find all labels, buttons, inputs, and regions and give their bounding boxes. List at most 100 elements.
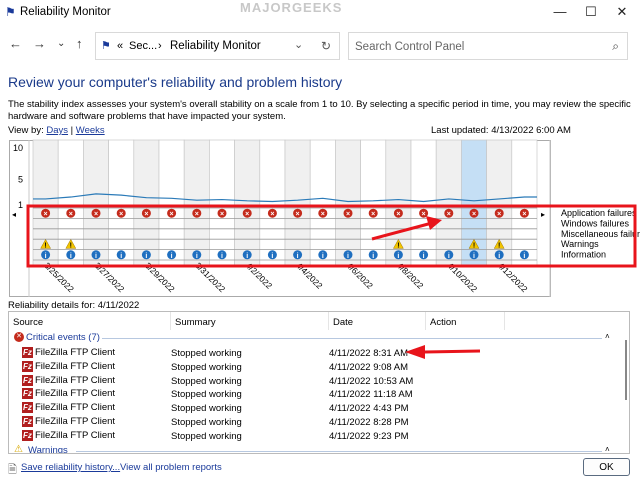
- back-button[interactable]: ←: [9, 36, 22, 51]
- date-cell: 4/11/2022 11:18 AM: [329, 389, 413, 401]
- maximize-button[interactable]: ☐: [581, 4, 601, 20]
- filezilla-icon: Fz: [22, 347, 33, 358]
- error-icon-glyph: ×: [170, 211, 174, 218]
- table-row[interactable]: Fz FileZilla FTP Client Stopped working 4…: [9, 374, 609, 388]
- table-row[interactable]: Fz FileZilla FTP Client Stopped working 4…: [9, 401, 609, 415]
- close-button[interactable]: ✕: [612, 4, 632, 20]
- column-date[interactable]: Date: [329, 312, 426, 330]
- source-cell: FileZilla FTP Client: [35, 347, 116, 359]
- info-icon-glyph: i: [145, 253, 147, 260]
- scrollbar-thumb[interactable]: [625, 340, 627, 400]
- group-divider: [102, 338, 602, 339]
- document-icon: 🗎: [8, 464, 17, 476]
- warning-icon-glyph: !: [498, 242, 500, 249]
- column-summary[interactable]: Summary: [171, 312, 329, 330]
- reliability-chart[interactable]: 10 5 1 ×! i ×! i × i × i × i × i × i × i × i × i × i × i × i × i ×! i × i ×…: [9, 139, 640, 297]
- critical-events-group[interactable]: ✕ Critical events (7) ˄: [14, 331, 614, 345]
- info-icon-glyph: i: [322, 253, 324, 260]
- info-icon-glyph: i: [498, 253, 500, 260]
- page-title: Review your computer's reliability and p…: [8, 74, 343, 90]
- column-source[interactable]: Source: [9, 312, 171, 330]
- warnings-group[interactable]: ⚠ Warnings ˄: [14, 444, 614, 454]
- day-column[interactable]: [133, 139, 160, 267]
- legend-label: Application failures: [561, 208, 637, 218]
- summary-cell: Stopped working: [171, 389, 242, 401]
- table-row[interactable]: Fz FileZilla FTP Client Stopped working 4…: [9, 346, 609, 360]
- collapse-icon[interactable]: ˄: [605, 332, 610, 341]
- day-column[interactable]: [209, 139, 235, 267]
- legend-label: Windows failures: [561, 218, 630, 228]
- error-icon-glyph: ×: [472, 211, 476, 218]
- summary-cell: Stopped working: [171, 403, 242, 415]
- table-row[interactable]: Fz FileZilla FTP Client Stopped working 4…: [9, 415, 609, 429]
- day-column[interactable]: [83, 139, 109, 267]
- day-column[interactable]: [259, 139, 286, 267]
- search-input[interactable]: Search Control Panel ⌕: [348, 32, 628, 60]
- info-icon-glyph: i: [120, 253, 122, 260]
- day-column[interactable]: [309, 139, 336, 267]
- day-column[interactable]: [108, 139, 135, 267]
- breadcrumb-parent[interactable]: Sec...: [129, 40, 157, 52]
- error-icon-glyph: ×: [396, 211, 400, 218]
- day-column[interactable]: [511, 139, 538, 267]
- column-action[interactable]: Action: [426, 312, 505, 330]
- error-icon-glyph: ×: [346, 211, 350, 218]
- day-column[interactable]: [284, 139, 311, 267]
- chart-svg[interactable]: 10 5 1 ×! i ×! i × i × i × i × i × i × i × i × i × i × i × i × i ×! i × i ×…: [9, 139, 640, 297]
- error-icon-glyph: ×: [422, 211, 426, 218]
- group-title: Warnings: [28, 445, 68, 454]
- separator: |: [70, 125, 74, 136]
- error-icon: ✕: [14, 332, 24, 342]
- search-icon[interactable]: ⌕: [612, 39, 619, 54]
- error-icon-glyph: ×: [321, 211, 325, 218]
- scroll-left-icon[interactable]: ◂: [12, 210, 16, 219]
- table-row[interactable]: Fz FileZilla FTP Client Stopped working 4…: [9, 360, 609, 374]
- table-row[interactable]: Fz FileZilla FTP Client Stopped working 4…: [9, 387, 609, 401]
- day-column[interactable]: [234, 139, 261, 267]
- view-weeks-link[interactable]: Weeks: [76, 125, 105, 136]
- error-icon-glyph: ×: [497, 211, 501, 218]
- collapse-icon[interactable]: ˄: [605, 445, 610, 453]
- error-icon-glyph: ×: [371, 211, 375, 218]
- summary-cell: Stopped working: [171, 417, 242, 428]
- scroll-right-icon[interactable]: ▸: [541, 210, 545, 219]
- details-label: Reliability details for: 4/11/2022: [8, 300, 140, 311]
- warning-icon-glyph: !: [70, 242, 72, 249]
- date-cell: 4/11/2022 8:28 PM: [329, 417, 409, 428]
- minimize-button[interactable]: —: [550, 4, 570, 20]
- filezilla-icon: Fz: [22, 360, 33, 372]
- day-column[interactable]: [435, 139, 462, 267]
- info-icon-glyph: i: [297, 253, 299, 260]
- chevron-down-icon[interactable]: ⌄: [294, 38, 303, 51]
- view-all-reports-link[interactable]: View all problem reports: [120, 462, 222, 473]
- day-column[interactable]: [335, 139, 361, 267]
- info-icon-glyph: i: [473, 253, 475, 260]
- source-cell: FileZilla FTP Client: [35, 416, 116, 428]
- last-updated: Last updated: 4/13/2022 6:00 AM: [431, 125, 571, 136]
- window-title: Reliability Monitor: [20, 6, 111, 18]
- flag-icon: ⚑: [5, 5, 16, 19]
- day-column[interactable]: [183, 139, 210, 267]
- source-cell: FileZilla FTP Client: [35, 388, 116, 400]
- error-icon-glyph: ×: [94, 211, 98, 218]
- breadcrumb-overflow[interactable]: «: [117, 40, 123, 52]
- details-list[interactable]: Source Summary Date Action ^ ✕ Critical …: [8, 311, 630, 454]
- day-column[interactable]: [158, 139, 185, 267]
- refresh-icon[interactable]: ↻: [321, 39, 331, 53]
- save-history-link[interactable]: Save reliability history...: [21, 462, 120, 473]
- view-days-link[interactable]: Days: [46, 125, 68, 136]
- recent-locations-button[interactable]: ⌄: [57, 38, 65, 49]
- table-row[interactable]: Fz FileZilla FTP Client Stopped working 4…: [9, 429, 609, 443]
- day-column[interactable]: [410, 139, 437, 267]
- warning-icon-glyph: !: [397, 242, 399, 249]
- y-tick-label: 5: [18, 175, 23, 185]
- y-tick-label: 1: [18, 200, 23, 210]
- view-by-label: View by:: [8, 125, 44, 136]
- up-button[interactable]: ↑: [76, 36, 83, 51]
- breadcrumb-current[interactable]: Reliability Monitor: [170, 40, 261, 52]
- forward-button[interactable]: →: [33, 36, 46, 51]
- date-cell: 4/11/2022 4:43 PM: [329, 403, 409, 415]
- day-column[interactable]: [360, 139, 387, 267]
- address-bar[interactable]: ⚑ « Sec... › Reliability Monitor ⌄ ↻: [95, 32, 340, 60]
- ok-button[interactable]: OK: [583, 458, 630, 476]
